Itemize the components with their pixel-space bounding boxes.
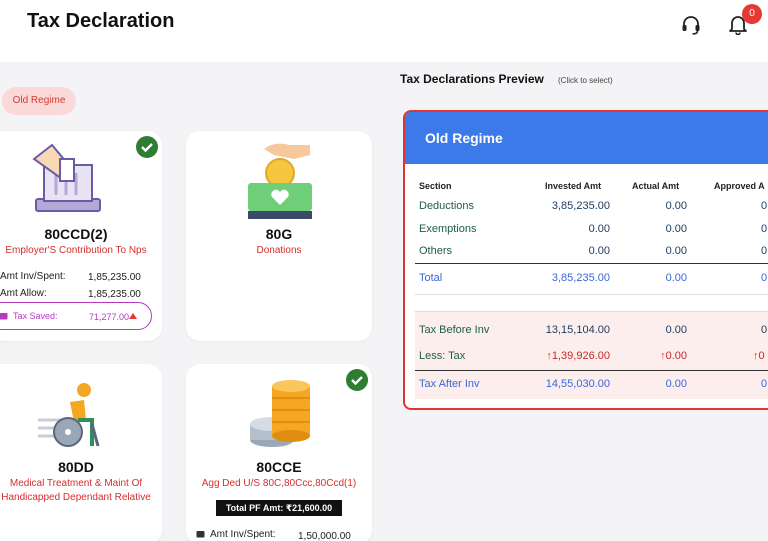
regime-filter-pill[interactable]: Old Regime (2, 87, 76, 115)
tax-after-section: Tax After Inv (419, 378, 480, 390)
card-code: 80G (265, 226, 293, 242)
row-actual: 0.00 (665, 245, 687, 257)
caret-up-icon (129, 313, 137, 319)
card-code: 80DD (58, 459, 94, 475)
amt-inv-label: Amt Inv/Spent: (0, 271, 66, 282)
tax-saved-label: Tax Saved: (13, 311, 58, 321)
ballot-box-icon (32, 143, 101, 212)
card-description-line1: Medical Treatment & Maint Of (9, 478, 143, 489)
selected-check-icon (346, 369, 368, 391)
col-approved: Approved A (714, 181, 765, 191)
col-section: Section (419, 181, 452, 191)
preview-subtitle: (Click to select) (558, 76, 613, 85)
panel-header: Old Regime (405, 112, 768, 164)
card-code: 80CCD(2) (44, 226, 108, 242)
notification-badge[interactable]: 0 (742, 4, 762, 24)
wallet-icon (0, 313, 8, 320)
less-tax-actual: ↑0.00 (660, 350, 687, 362)
divider (415, 263, 768, 264)
amt-inv-label: Amt Inv/Spent: (210, 529, 276, 540)
card-description: Employer'S Contribution To Nps (5, 245, 147, 256)
card-description-line2: Handicapped Dependant Relative (1, 492, 151, 503)
wheelchair-icon (38, 383, 100, 447)
row-actual: 0.00 (665, 223, 687, 235)
row-approved: 0 (761, 245, 768, 257)
row-invested: 0.00 (588, 245, 610, 257)
tax-before-actual: 0.00 (665, 324, 687, 336)
less-tax-approved: ↑0 (753, 350, 765, 362)
deduction-card-80ccd2[interactable]: 80CCD(2) Employer'S Contribution To Nps … (0, 131, 162, 341)
total-approved: 0 (761, 272, 768, 284)
coins-icon (250, 380, 310, 447)
row-approved: 0 (761, 223, 768, 235)
total-pf-amount: Total PF Amt: ₹21,600.00 (216, 500, 342, 516)
less-tax-invested: ↑1,39,926.00 (546, 350, 610, 362)
tax-after-invested: 14,55,030.00 (545, 378, 610, 390)
row-section: Deductions (419, 200, 475, 212)
total-invested: 3,85,235.00 (551, 272, 610, 284)
card-description: Agg Ded U/S 80C,80Ccc,80Ccd(1) (201, 478, 357, 489)
card-description: Donations (256, 245, 302, 256)
headset-icon[interactable] (680, 14, 702, 36)
amt-allow-value: 1,85,235.00 (88, 289, 141, 300)
row-section: Others (419, 245, 453, 257)
panel-title: Old Regime (425, 130, 503, 146)
row-actual: 0.00 (665, 200, 687, 212)
divider (415, 294, 768, 295)
tax-before-section: Tax Before Inv (419, 324, 490, 336)
card-code: 80CCE (256, 459, 302, 475)
col-invested: Invested Amt (545, 181, 602, 191)
tax-before-approved: 0 (761, 324, 768, 336)
regime-preview-panel[interactable]: Old Regime Section Invested Amt Actual A… (403, 110, 768, 410)
amt-inv-value: 1,50,000.00 (298, 531, 351, 541)
row-approved: 0 (761, 200, 768, 212)
tax-saved-pill[interactable]: Tax Saved: 71,277.00 (0, 302, 152, 330)
app-header: Tax Declaration 0 (0, 0, 768, 62)
amt-inv-value: 1,85,235.00 (88, 272, 141, 283)
tax-saved-value: 71,277.00 (89, 312, 130, 322)
amt-allow-label: Amt Allow: (0, 288, 47, 299)
donation-box-icon (248, 143, 312, 219)
total-section: Total (419, 272, 443, 284)
deduction-card-80cce[interactable]: 80CCE Agg Ded U/S 80C,80Ccc,80Ccd(1) Tot… (186, 364, 372, 541)
row-invested: 0.00 (588, 223, 610, 235)
deduction-card-80dd[interactable]: 80DD Medical Treatment & Maint Of Handic… (0, 364, 162, 541)
preview-title: Tax Declarations Preview (400, 72, 544, 86)
tax-before-invested: 13,15,104.00 (545, 324, 610, 336)
page-title: Tax Declaration (27, 10, 175, 32)
divider (415, 311, 768, 312)
deduction-card-80g[interactable]: 80G Donations (186, 131, 372, 341)
tax-after-actual: 0.00 (665, 378, 687, 390)
selected-check-icon (136, 136, 158, 158)
row-invested: 3,85,235.00 (551, 200, 610, 212)
tax-after-approved: 0 (761, 378, 768, 390)
col-actual: Actual Amt (632, 181, 680, 191)
row-section: Exemptions (419, 223, 477, 235)
less-tax-section: Less: Tax (419, 350, 466, 362)
total-actual: 0.00 (665, 272, 687, 284)
wallet-icon (196, 531, 205, 538)
